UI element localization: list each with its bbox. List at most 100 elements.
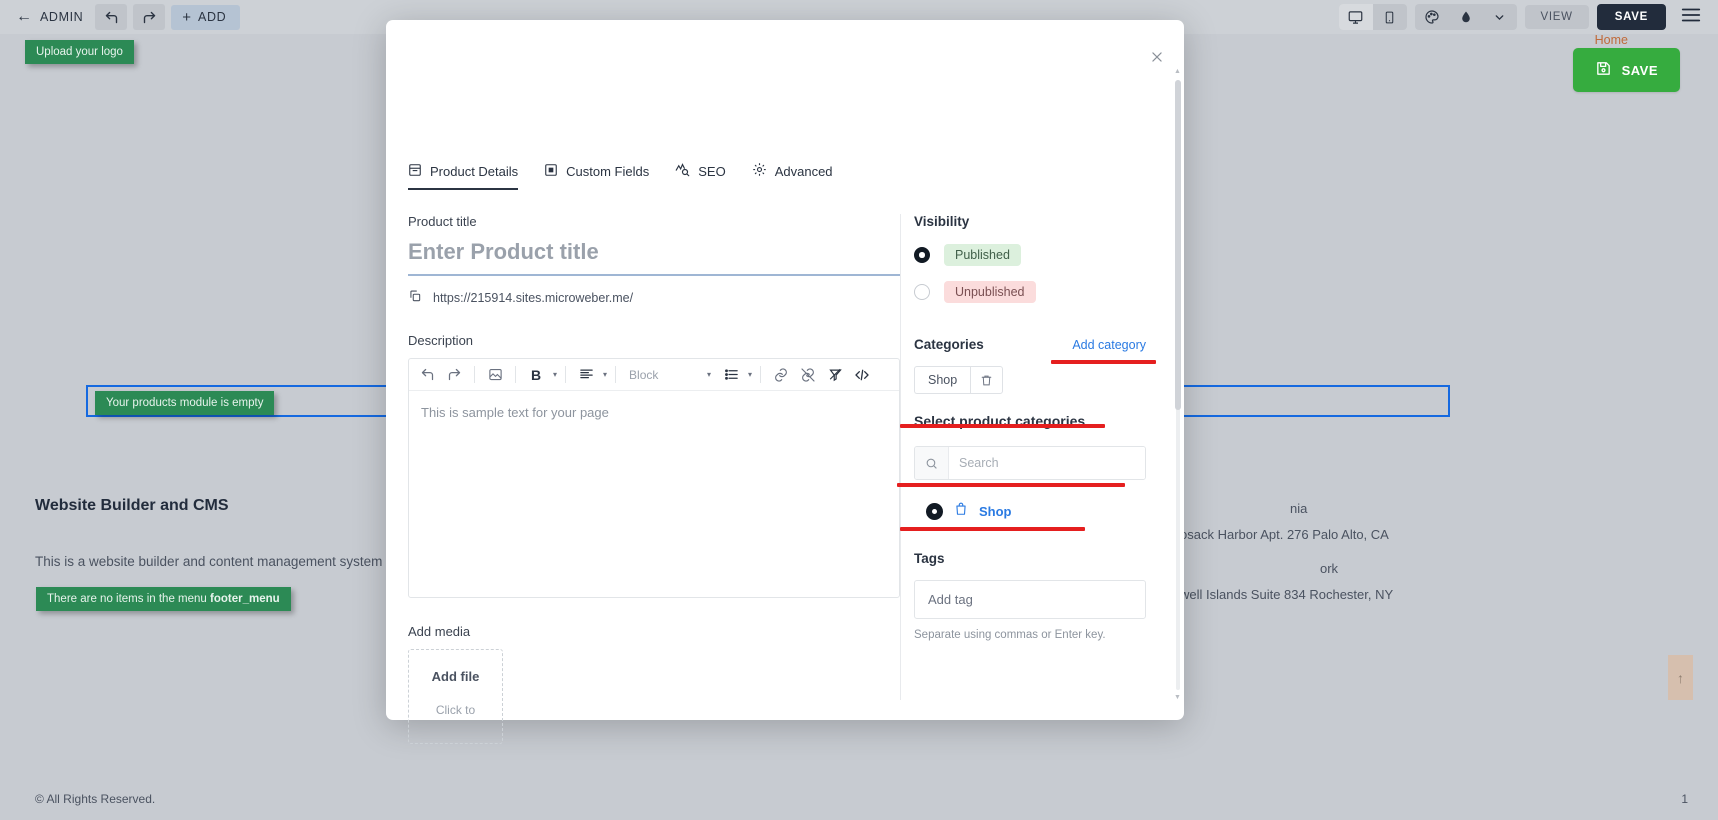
product-url-row[interactable]: https://215914.sites.microweber.me/ — [408, 289, 900, 306]
scrollbar-thumb[interactable] — [1175, 80, 1181, 410]
trash-icon[interactable] — [970, 366, 1004, 394]
scroll-up-arrow-icon[interactable]: ▲ — [1174, 68, 1181, 76]
add-file-subtitle: Click to — [435, 703, 476, 717]
toolbar-divider — [565, 366, 567, 383]
close-icon[interactable] — [1144, 44, 1170, 70]
search-icon[interactable] — [915, 447, 949, 479]
radio-unpublished[interactable] — [914, 284, 930, 300]
tag-input[interactable] — [914, 580, 1146, 619]
add-button-label: ADD — [198, 10, 227, 24]
category-option-label: Shop — [979, 504, 1012, 519]
product-title-input[interactable] — [408, 239, 900, 276]
scroll-to-top-button[interactable]: ↑ — [1668, 655, 1693, 700]
shopping-bag-icon — [954, 502, 968, 521]
redo-icon[interactable] — [133, 4, 166, 30]
footer-menu-badge-name: footer_menu — [210, 593, 280, 605]
upload-logo-badge[interactable]: Upload your logo — [25, 40, 134, 64]
device-switcher — [1338, 4, 1407, 30]
tab-seo[interactable]: SEO — [675, 162, 726, 190]
custom-fields-icon — [544, 163, 558, 180]
tag-hint-text: Separate using commas or Enter key. — [914, 629, 1106, 641]
add-category-link[interactable]: Add category — [1072, 338, 1146, 352]
hamburger-icon[interactable] — [1674, 0, 1708, 35]
products-empty-badge[interactable]: Your products module is empty — [95, 391, 275, 415]
annotation-underline-add-category — [1051, 360, 1156, 364]
toolbar-divider — [615, 366, 617, 383]
image-icon[interactable] — [483, 363, 507, 387]
add-file-dropzone[interactable]: Add file Click to — [408, 649, 503, 744]
chevron-down-icon[interactable]: ▾ — [603, 370, 607, 379]
gear-icon — [752, 162, 767, 180]
arrow-left-icon: ← — [16, 8, 32, 25]
redo-icon[interactable] — [442, 363, 466, 387]
category-search-input[interactable] — [949, 447, 1145, 479]
categories-header: Categories Add category — [914, 337, 1146, 352]
undo-icon[interactable] — [415, 363, 439, 387]
address-line-3: ork — [1320, 561, 1339, 576]
category-chip-row: Shop — [914, 366, 1146, 394]
mobile-icon[interactable] — [1373, 4, 1407, 30]
visibility-option-unpublished[interactable]: Unpublished — [914, 281, 1146, 303]
tab-label: Advanced — [774, 163, 833, 179]
address-line-4: well Islands Suite 834 Rochester, NY — [1180, 587, 1394, 602]
scroll-down-arrow-icon[interactable]: ▼ — [1174, 694, 1181, 702]
footer-menu-badge-text: There are no items in the menu — [47, 593, 210, 605]
clear-format-icon[interactable] — [823, 363, 847, 387]
categories-label: Categories — [914, 337, 984, 352]
annotation-underline-search — [897, 483, 1125, 487]
radio-category-shop[interactable] — [926, 503, 943, 520]
toolbar-divider — [760, 366, 762, 383]
chevron-down-icon: ▾ — [707, 370, 712, 379]
nav-home-link[interactable]: Home — [1595, 33, 1628, 47]
style-switcher — [1414, 4, 1517, 30]
droplet-icon[interactable] — [1449, 4, 1483, 30]
chevron-down-icon[interactable]: ▾ — [748, 370, 752, 379]
add-button[interactable]: + ADD — [171, 4, 241, 30]
toolbar-divider — [474, 366, 475, 383]
annotation-underline-category-item — [900, 527, 1085, 531]
product-url-text: https://215914.sites.microweber.me/ — [433, 290, 634, 305]
copyright-text: © All Rights Reserved. — [35, 792, 156, 806]
undo-icon[interactable] — [95, 4, 128, 30]
admin-save-button[interactable]: SAVE — [1596, 4, 1666, 30]
column-divider — [900, 214, 901, 700]
unlink-icon[interactable] — [796, 363, 820, 387]
chevron-down-icon[interactable]: ▾ — [553, 370, 557, 379]
address-line-2: osack Harbor Apt. 276 Palo Alto, CA — [1180, 527, 1389, 542]
bold-icon[interactable]: B — [524, 363, 548, 387]
tab-label: Product Details — [430, 164, 519, 179]
tab-label: SEO — [698, 163, 726, 179]
block-format-select[interactable]: Block ▾ — [624, 368, 716, 382]
align-icon[interactable] — [574, 363, 598, 387]
tab-label: Custom Fields — [566, 164, 650, 179]
modal-tabs: Product Details Custom Fields SEO Advanc… — [408, 162, 833, 190]
modal-scrollbar[interactable]: ▲ ▼ — [1174, 68, 1181, 702]
category-search-box — [914, 446, 1146, 480]
code-icon[interactable] — [850, 363, 874, 387]
layout-icon — [408, 163, 422, 180]
admin-back-button[interactable]: ← ADMIN — [10, 5, 89, 29]
copy-icon[interactable] — [408, 289, 422, 306]
desktop-icon[interactable] — [1338, 4, 1373, 30]
product-title-label: Product title — [408, 214, 477, 229]
published-badge: Published — [944, 244, 1021, 266]
chevron-down-icon[interactable] — [1483, 4, 1517, 30]
link-icon[interactable] — [769, 363, 793, 387]
tab-advanced[interactable]: Advanced — [752, 162, 833, 190]
view-button[interactable]: VIEW — [1524, 5, 1589, 29]
palette-icon[interactable] — [1415, 4, 1449, 30]
page-number: 1 — [1681, 792, 1688, 806]
toolbar-divider — [515, 366, 516, 383]
category-option-shop[interactable]: Shop — [914, 502, 1146, 521]
visibility-option-published[interactable]: Published — [914, 244, 1146, 266]
save-button[interactable]: SAVE — [1572, 48, 1680, 92]
radio-published[interactable] — [914, 247, 930, 263]
unpublished-badge: Unpublished — [944, 281, 1036, 303]
tab-product-details[interactable]: Product Details — [408, 163, 519, 190]
list-icon[interactable] — [719, 363, 743, 387]
footer-menu-empty-badge[interactable]: There are no items in the menu footer_me… — [36, 587, 291, 611]
description-editor-body[interactable]: This is sample text for your page — [409, 391, 899, 597]
tab-custom-fields[interactable]: Custom Fields — [544, 163, 649, 190]
category-chip[interactable]: Shop — [914, 366, 971, 394]
block-format-value: Block — [629, 367, 659, 382]
